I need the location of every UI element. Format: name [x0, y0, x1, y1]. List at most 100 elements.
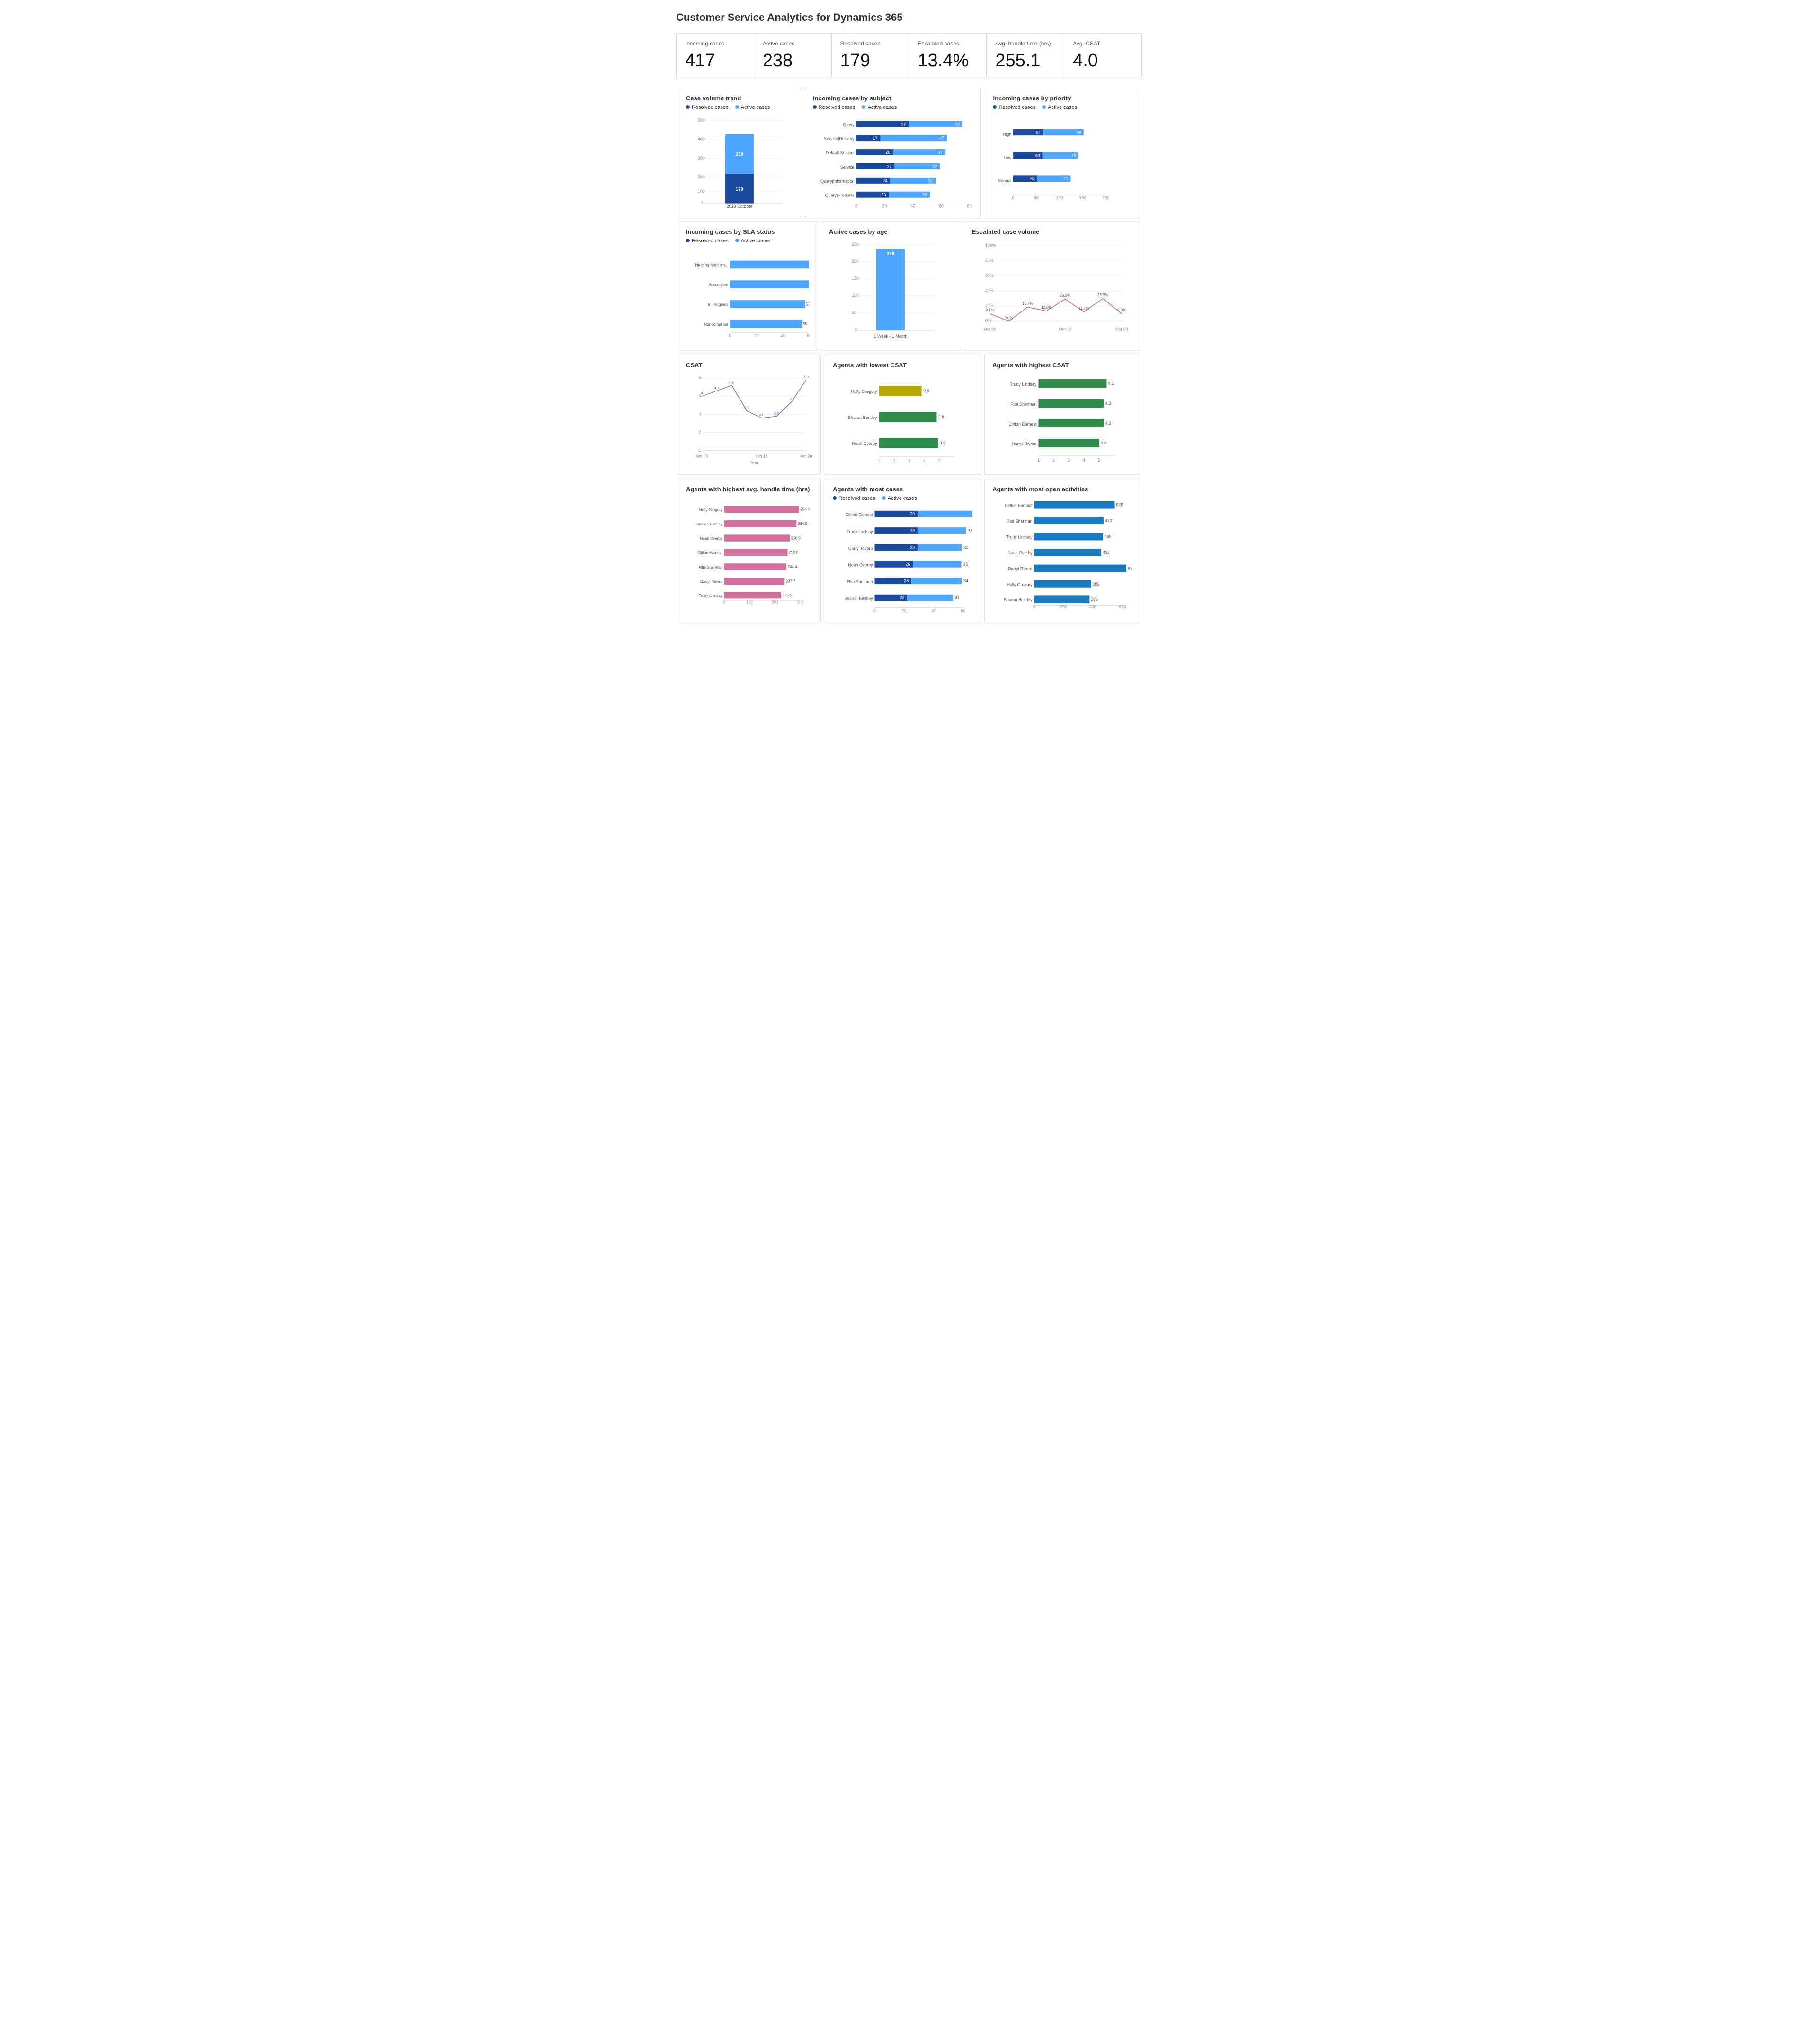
svg-text:78: 78: [1072, 153, 1077, 158]
svg-text:238: 238: [736, 152, 744, 157]
svg-text:4: 4: [1083, 458, 1085, 462]
svg-text:Trudy Lindsay: Trudy Lindsay: [1010, 382, 1037, 387]
escalated-volume-panel: Escalated case volume 100% 80% 60% 40% 2…: [964, 221, 1140, 351]
svg-text:23: 23: [881, 193, 886, 197]
svg-text:100%: 100%: [985, 243, 996, 248]
svg-text:0: 0: [701, 200, 703, 205]
svg-text:0: 0: [1012, 196, 1015, 200]
kpi-incoming-value: 417: [685, 51, 745, 71]
lowest-csat-title: Agents with lowest CSAT: [833, 362, 972, 369]
svg-text:3: 3: [908, 459, 910, 463]
svg-text:29: 29: [910, 545, 915, 550]
kpi-handle-label: Avg. handle time (hrs): [995, 40, 1055, 47]
svg-text:Holly Gregory: Holly Gregory: [851, 389, 878, 394]
svg-text:26: 26: [905, 562, 910, 567]
active-age-title: Active cases by age: [829, 228, 952, 235]
lowest-csat-panel: Agents with lowest CSAT Holly Gregory Sh…: [825, 355, 980, 475]
svg-text:16.7%: 16.7%: [1022, 302, 1033, 306]
case-volume-title: Case volume trend: [686, 95, 793, 102]
svg-text:40%: 40%: [985, 288, 994, 293]
svg-text:26.9%: 26.9%: [1097, 293, 1108, 297]
svg-text:60: 60: [939, 204, 944, 209]
open-activities-chart: Clifton Earnest Rita Sherman Trudy Linds…: [992, 496, 1132, 609]
handle-time-chart: Holly Gregory Sharon Bentley Noah Overby…: [686, 496, 813, 609]
svg-text:200: 200: [772, 600, 778, 604]
kpi-incoming-label: Incoming cases: [685, 40, 745, 47]
svg-text:Oct 20: Oct 20: [800, 453, 812, 458]
svg-text:Oct 06: Oct 06: [696, 453, 708, 458]
svg-text:Year: Year: [750, 460, 758, 465]
svg-text:100: 100: [852, 293, 859, 298]
svg-text:150: 150: [852, 276, 859, 281]
charts-row-4: Agents with highest avg. handle time (hr…: [676, 477, 1142, 624]
svg-text:Query|Products: Query|Products: [825, 193, 855, 198]
svg-text:In Progress: In Progress: [708, 302, 728, 307]
svg-text:100: 100: [1056, 196, 1063, 200]
kpi-incoming: Incoming cases 417: [677, 34, 754, 78]
incoming-priority-chart: High Low Normal 64 88 63 78 52 72: [993, 114, 1132, 209]
svg-text:Noah Overby: Noah Overby: [1008, 551, 1033, 555]
svg-text:4.3: 4.3: [714, 386, 720, 390]
svg-text:376: 376: [1091, 597, 1098, 602]
handle-time-panel: Agents with highest avg. handle time (hr…: [678, 479, 821, 622]
sla-status-title: Incoming cases by SLA status: [686, 228, 809, 235]
escalated-volume-chart: 100% 80% 60% 40% 20% 0% 9.1% 0.0%: [972, 238, 1132, 342]
svg-text:88: 88: [1077, 130, 1082, 135]
svg-text:600: 600: [1119, 604, 1126, 609]
svg-text:Low: Low: [1004, 155, 1012, 160]
svg-text:284.5: 284.5: [798, 522, 808, 526]
svg-text:31: 31: [955, 595, 960, 600]
most-cases-title: Agents with most cases: [833, 486, 972, 493]
svg-text:57: 57: [806, 302, 809, 306]
svg-text:Oct 20: Oct 20: [1115, 327, 1128, 331]
svg-text:Normal: Normal: [998, 178, 1011, 183]
svg-text:55: 55: [803, 321, 808, 326]
svg-text:Noncompliant: Noncompliant: [704, 322, 729, 327]
svg-text:34: 34: [963, 578, 968, 583]
svg-text:80: 80: [967, 204, 972, 209]
svg-text:3: 3: [699, 411, 701, 416]
svg-text:40: 40: [781, 333, 785, 338]
svg-text:0: 0: [855, 327, 857, 332]
svg-text:Rita Sherman: Rita Sherman: [1007, 519, 1033, 524]
svg-text:Trudy Lindsay: Trudy Lindsay: [847, 529, 873, 534]
svg-text:72: 72: [1064, 177, 1069, 181]
svg-text:Rita Sherman: Rita Sherman: [699, 565, 722, 569]
svg-text:29: 29: [922, 193, 927, 197]
kpi-csat-value: 4.0: [1073, 51, 1133, 71]
svg-text:Holly Gregory: Holly Gregory: [699, 507, 722, 512]
legend-resolved-s: Resolved cases: [813, 105, 856, 110]
svg-text:29: 29: [910, 528, 915, 533]
svg-text:32: 32: [932, 164, 937, 169]
legend-resolved-p: Resolved cases: [993, 105, 1035, 110]
svg-text:5: 5: [1098, 458, 1100, 462]
svg-text:200: 200: [1060, 604, 1067, 609]
svg-text:5: 5: [699, 375, 701, 380]
svg-text:2: 2: [1052, 458, 1055, 462]
svg-text:50: 50: [852, 310, 856, 315]
svg-text:3.7: 3.7: [789, 397, 794, 401]
svg-text:40: 40: [910, 204, 915, 209]
svg-text:64: 64: [1036, 130, 1041, 135]
active-age-panel: Active cases by age 250 200 150 100 50 0…: [821, 221, 960, 351]
svg-text:60: 60: [807, 333, 809, 338]
svg-text:33: 33: [968, 528, 972, 533]
incoming-subject-chart: Query Service|Delivery Default Subject S…: [813, 114, 973, 209]
lowest-csat-chart: Holly Gregory Sharon Bentley Noah Overby…: [833, 372, 972, 466]
svg-text:238: 238: [887, 251, 895, 257]
svg-text:60%: 60%: [985, 273, 994, 278]
sla-legend: Resolved cases Active cases: [686, 238, 809, 244]
svg-text:0: 0: [1033, 604, 1035, 609]
svg-text:Service: Service: [840, 165, 855, 169]
svg-text:20%: 20%: [985, 303, 994, 308]
legend-active-mc: Active cases: [882, 496, 917, 501]
svg-text:Sharon Bentley: Sharon Bentley: [844, 596, 873, 601]
svg-text:Darryl Rivero: Darryl Rivero: [700, 579, 722, 584]
svg-text:4.6: 4.6: [729, 380, 734, 384]
svg-text:26: 26: [885, 150, 890, 155]
svg-text:Noah Overby: Noah Overby: [848, 563, 873, 568]
kpi-row: Incoming cases 417 Active cases 238 Reso…: [676, 33, 1142, 78]
svg-text:466: 466: [1105, 534, 1112, 539]
charts-row-1: Case volume trend Resolved cases Active …: [676, 86, 1142, 219]
svg-text:3: 3: [1068, 458, 1070, 462]
